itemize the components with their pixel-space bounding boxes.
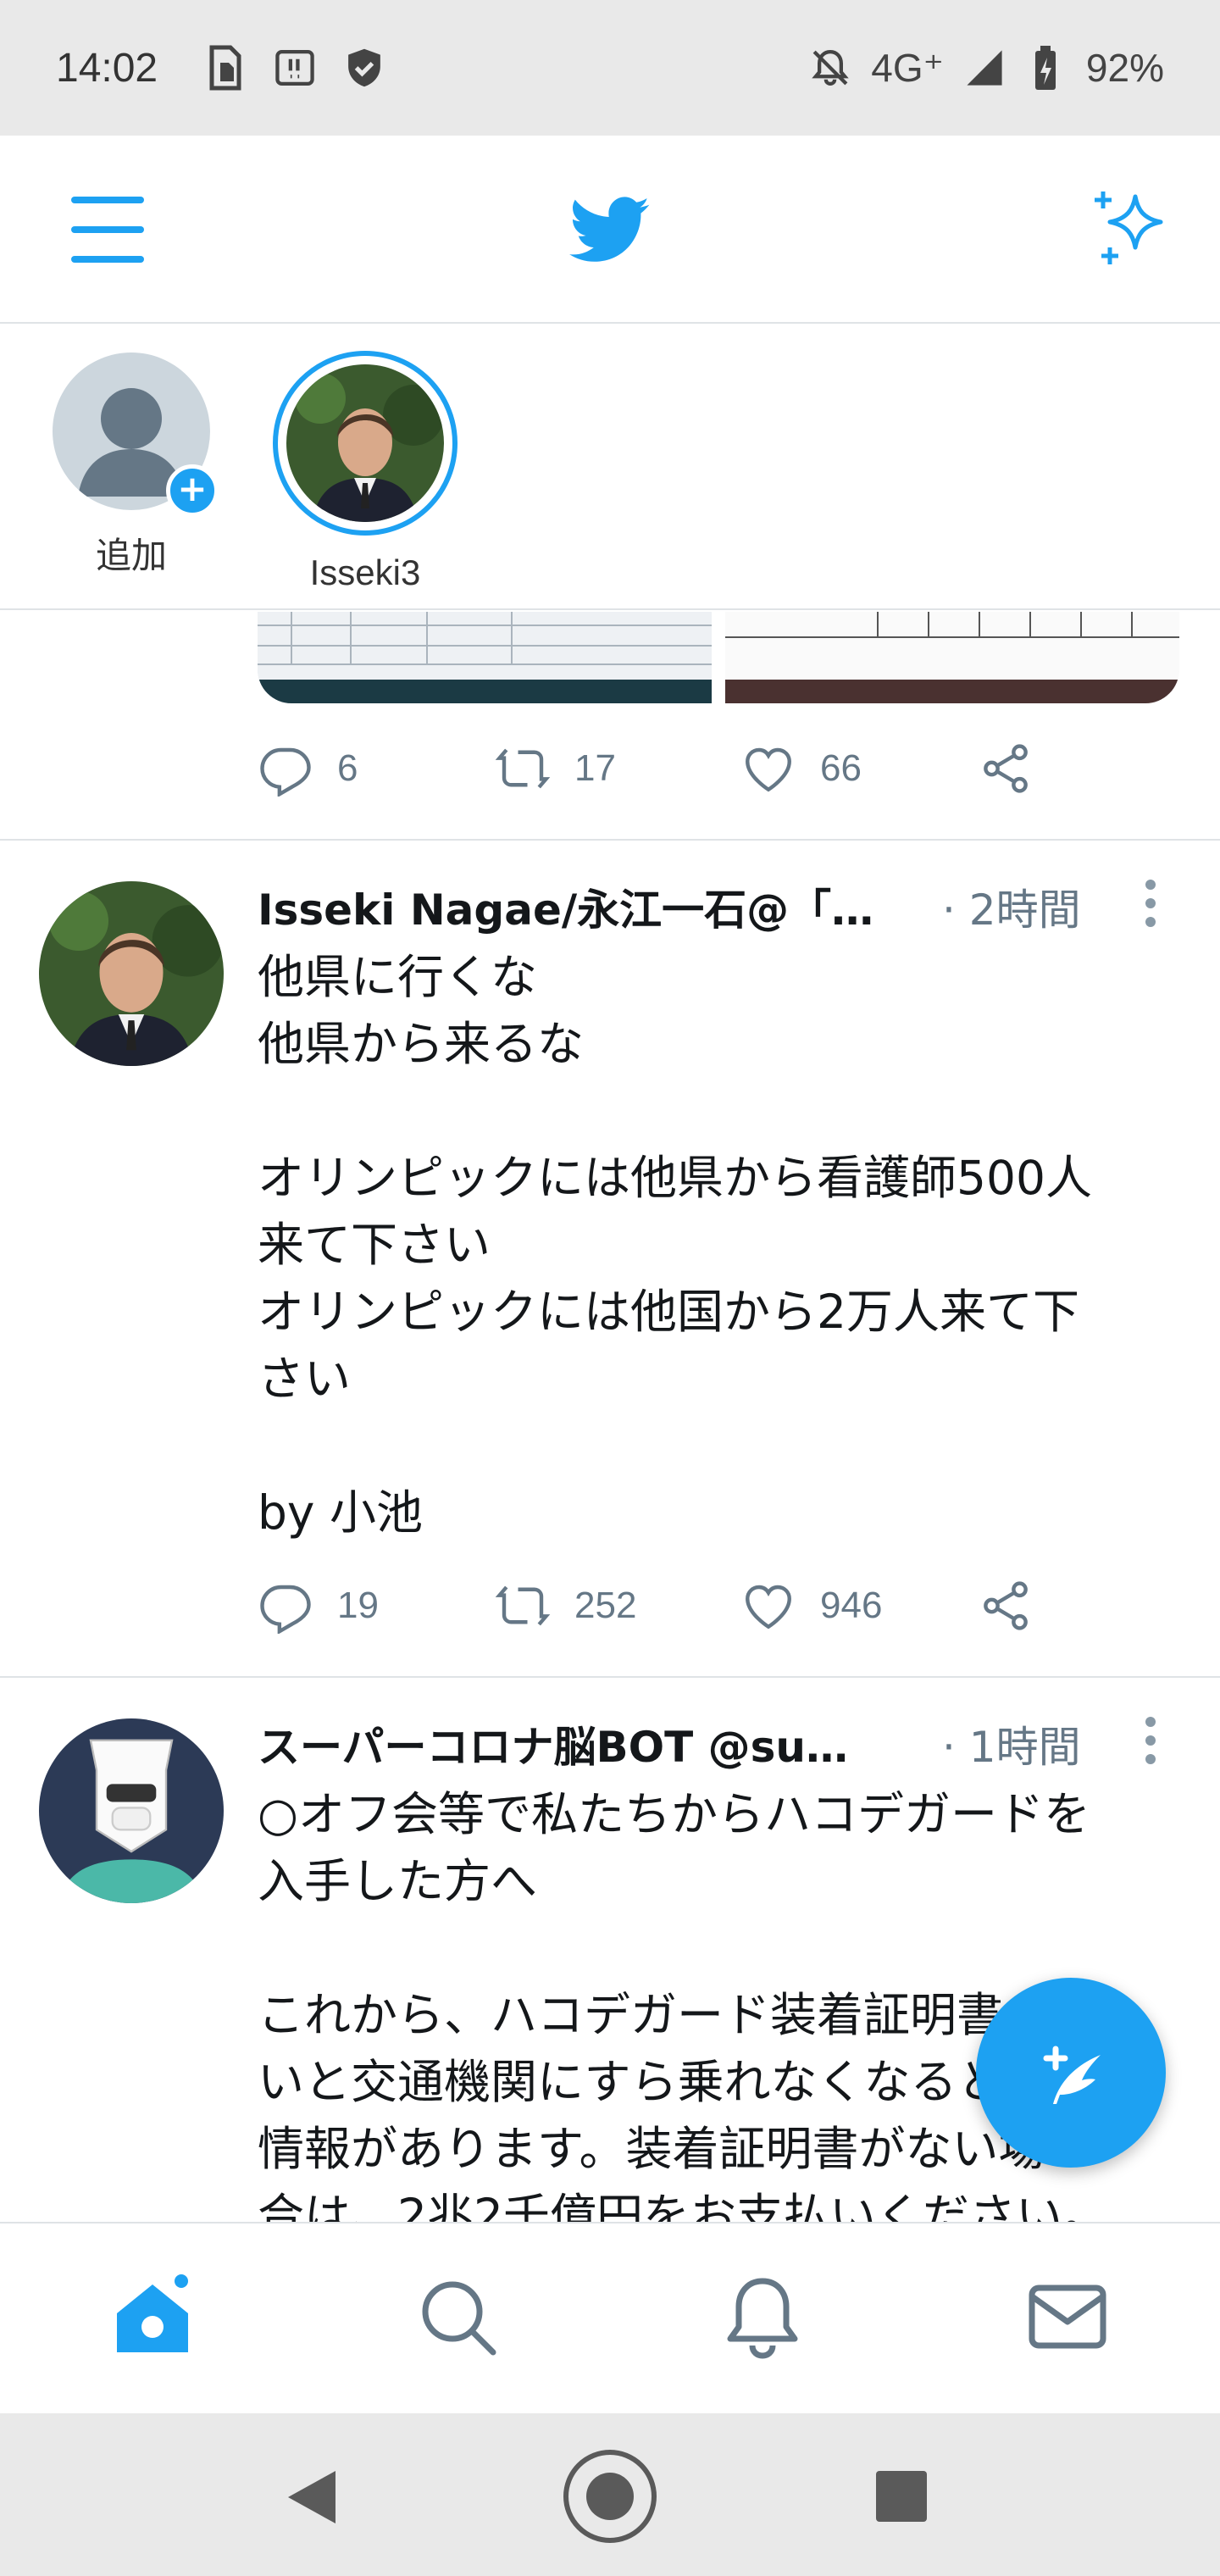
divider [0, 1676, 1220, 1678]
tweet-actions: 19 252 946 [258, 1578, 1105, 1634]
reply-icon [260, 747, 311, 797]
more-options-icon[interactable] [1145, 1717, 1159, 1768]
avatar [286, 364, 444, 522]
tweet-header: スーパーコロナ脳BOT @su… · 1時間 [258, 1713, 1190, 1772]
tweet-author-name[interactable]: スーパーコロナ脳BOT @su… [258, 1713, 848, 1774]
twitter-bird-icon [569, 197, 650, 262]
status-left-icons [205, 44, 385, 92]
compose-tweet-button[interactable] [976, 1978, 1166, 2168]
share-action[interactable] [978, 1578, 1034, 1634]
share-icon [984, 1581, 1028, 1630]
hamburger-menu-icon[interactable] [71, 197, 144, 263]
status-time: 14:02 [56, 45, 158, 91]
reply-action[interactable]: 6 [258, 741, 358, 797]
tweet-author-name[interactable]: Isseki Nagae/永江一石@「… [258, 876, 873, 937]
avatar[interactable] [39, 881, 224, 1066]
like-action[interactable]: 946 [740, 1578, 882, 1634]
retweet-icon [495, 1585, 551, 1626]
status-bar: 14:02 4G⁺ 92% [0, 0, 1220, 136]
tweet-timestamp: · 1時間 [942, 1723, 1081, 1772]
system-navigation-bar [0, 2413, 1220, 2576]
retweet-icon [495, 748, 551, 789]
fleet-add[interactable]: + 追加 [53, 353, 219, 579]
recents-square-icon[interactable] [874, 2469, 929, 2523]
sim-card-icon [209, 45, 241, 91]
reply-icon [260, 1585, 311, 1634]
bottom-tab-bar [0, 2222, 1220, 2413]
status-right: 4G⁺ 92% [810, 44, 1164, 92]
tweet-header: Isseki Nagae/永江一石@「… · 2時間 [258, 876, 1190, 935]
messages-envelope-icon[interactable] [1025, 2274, 1110, 2359]
network-type: 4G⁺ [871, 46, 944, 90]
fleet-isseki3[interactable]: Isseki3 [273, 351, 458, 593]
timeline: 6 17 66 Isseki Nagae/永江一石@「… · 2時間 他県に行く… [0, 612, 1220, 2222]
share-action[interactable] [978, 741, 1034, 797]
like-action[interactable]: 66 [740, 741, 862, 797]
sparkle-icon[interactable] [1093, 186, 1178, 271]
media-image[interactable] [258, 612, 712, 703]
fleet-add-label: 追加 [95, 536, 167, 575]
app-header [0, 136, 1220, 324]
back-triangle-icon[interactable] [285, 2468, 339, 2527]
notifications-bell-icon[interactable] [720, 2274, 805, 2359]
wallet-icon [275, 50, 314, 86]
fleets-row: + 追加 Isseki3 [0, 325, 1220, 610]
reply-action[interactable]: 19 [258, 1578, 379, 1634]
tweet-timestamp: · 2時間 [942, 886, 1081, 935]
signal-icon [967, 50, 1002, 86]
battery-level: 92% [1085, 46, 1164, 90]
tweet-actions: 6 17 66 [258, 741, 1105, 797]
tweet-text: 他県に行くな 他県から来るな オリンピックには他県から看護師500人 来て下さい… [258, 950, 1092, 1540]
tweet-media-partial[interactable] [258, 612, 1179, 703]
media-image[interactable] [725, 612, 1179, 703]
compose-feather-icon [1043, 2046, 1101, 2104]
search-icon[interactable] [415, 2274, 500, 2359]
shield-check-icon [348, 48, 380, 87]
home-icon[interactable] [110, 2274, 195, 2359]
retweet-action[interactable]: 17 [495, 741, 616, 797]
heart-icon [746, 1585, 791, 1629]
retweet-action[interactable]: 252 [495, 1578, 636, 1634]
heart-icon [746, 747, 791, 792]
more-options-icon[interactable] [1145, 880, 1159, 930]
notifications-off-icon [812, 49, 849, 86]
battery-charging-icon [1034, 46, 1056, 90]
fleet-ring [273, 351, 458, 536]
share-icon [984, 744, 1028, 793]
divider [0, 839, 1220, 841]
add-plus-icon: + [166, 464, 219, 517]
home-circle-icon[interactable] [561, 2447, 659, 2545]
fleet-user-label: Isseki3 [309, 552, 421, 592]
avatar[interactable] [39, 1718, 224, 1903]
